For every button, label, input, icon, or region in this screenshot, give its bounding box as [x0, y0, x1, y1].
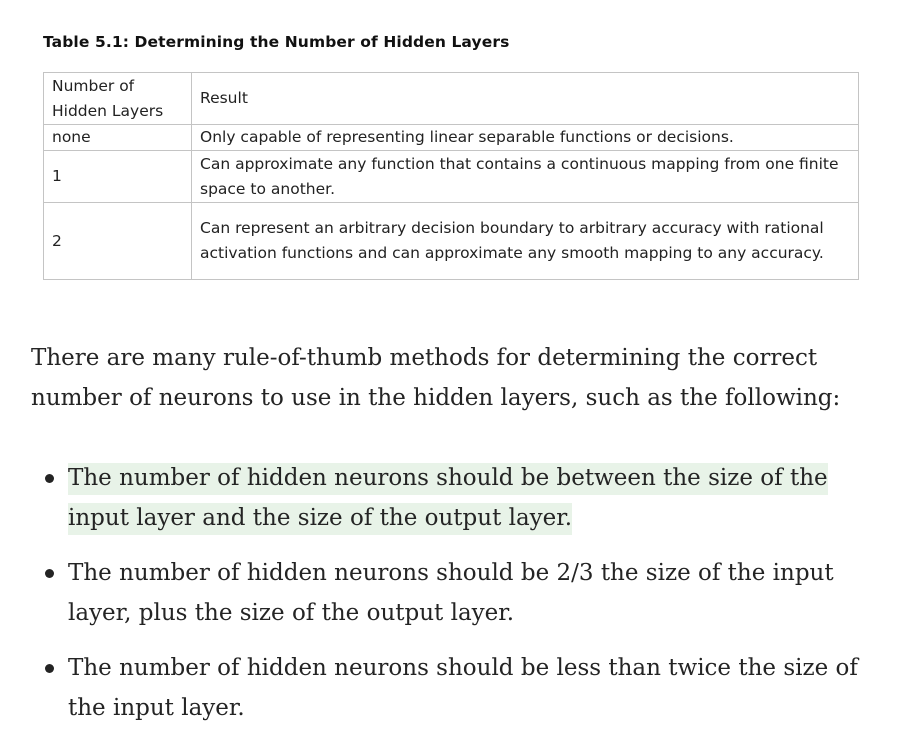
- bullet-icon: [45, 474, 54, 483]
- highlighted-rule-text[interactable]: The number of hidden neurons should be b…: [68, 463, 828, 535]
- header-result: Result: [191, 72, 859, 125]
- cell-layers: 1: [43, 150, 192, 203]
- cell-layers: none: [43, 124, 192, 151]
- bullet-icon: [45, 569, 54, 578]
- list-item: The number of hidden neurons should be b…: [31, 458, 891, 538]
- rules-list: The number of hidden neurons should be b…: [31, 458, 891, 743]
- bullet-icon: [45, 664, 54, 673]
- intro-paragraph: There are many rule-of-thumb methods for…: [31, 345, 841, 411]
- table-header-row: Number of Hidden Layers Result: [43, 72, 859, 125]
- table-row: none Only capable of representing linear…: [43, 124, 859, 151]
- table-row: 2 Can represent an arbitrary decision bo…: [43, 202, 859, 280]
- rule-text: The number of hidden neurons should be l…: [68, 655, 858, 721]
- rule-text: The number of hidden neurons should be 2…: [68, 560, 834, 626]
- table-title: Table 5.1: Determining the Number of Hid…: [43, 33, 510, 51]
- cell-result: Only capable of representing linear sepa…: [191, 124, 859, 151]
- cell-result: Can approximate any function that contai…: [191, 150, 859, 203]
- table-row: 1 Can approximate any function that cont…: [43, 150, 859, 203]
- hidden-layers-table: Number of Hidden Layers Result none Only…: [43, 72, 859, 280]
- cell-layers: 2: [43, 202, 192, 280]
- cell-result: Can represent an arbitrary decision boun…: [191, 202, 859, 280]
- header-number-of-hidden-layers: Number of Hidden Layers: [43, 72, 192, 125]
- list-item: The number of hidden neurons should be 2…: [31, 553, 891, 633]
- list-item: The number of hidden neurons should be l…: [31, 648, 891, 728]
